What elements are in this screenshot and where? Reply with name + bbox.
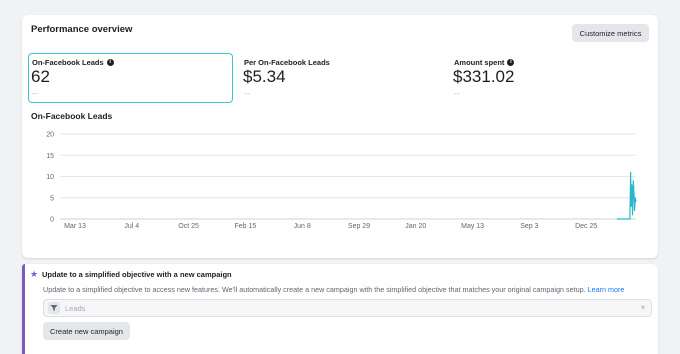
x-tick-label: Oct 25 bbox=[178, 223, 199, 230]
x-tick-label: Dec 25 bbox=[575, 223, 597, 230]
banner-description: Update to a simplified objective to acce… bbox=[43, 285, 625, 294]
y-tick-label: 20 bbox=[46, 132, 54, 139]
create-new-campaign-button[interactable]: Create new campaign bbox=[43, 322, 130, 340]
leads-line-chart: 0 5 10 15 20 Mar 13 Jul 4 Oct 25 Feb 15 Jun 8 Sep … bbox=[46, 132, 637, 230]
y-tick-label: 0 bbox=[50, 217, 54, 224]
x-tick-label: Sep 3 bbox=[520, 223, 538, 230]
x-tick-label: Mar 13 bbox=[64, 223, 86, 230]
x-tick-label: Sep 29 bbox=[348, 223, 370, 230]
x-tick-label: Feb 15 bbox=[235, 223, 257, 230]
funnel-icon bbox=[48, 302, 60, 314]
star-icon: ★ bbox=[30, 269, 39, 279]
series-line bbox=[617, 171, 637, 220]
y-tick-label: 15 bbox=[46, 153, 54, 160]
x-tick-label: Jan 20 bbox=[405, 223, 426, 230]
y-tick-label: 5 bbox=[50, 195, 54, 202]
objective-select[interactable]: Leads ▾ bbox=[43, 299, 652, 317]
performance-overview-card: Performance overview Customize metrics O… bbox=[22, 15, 658, 258]
x-tick-label: Jun 8 bbox=[294, 223, 311, 230]
y-tick-label: 10 bbox=[46, 174, 54, 181]
chevron-down-icon: ▾ bbox=[640, 303, 645, 312]
banner-title: Update to a simplified objective with a … bbox=[42, 270, 232, 279]
learn-more-link[interactable]: Learn more bbox=[588, 285, 625, 294]
accent-bar bbox=[22, 264, 25, 354]
select-value: Leads bbox=[65, 304, 86, 313]
objective-update-banner: ★ Update to a simplified objective with … bbox=[22, 264, 658, 354]
x-tick-label: May 13 bbox=[461, 223, 484, 230]
x-tick-label: Jul 4 bbox=[124, 223, 139, 230]
